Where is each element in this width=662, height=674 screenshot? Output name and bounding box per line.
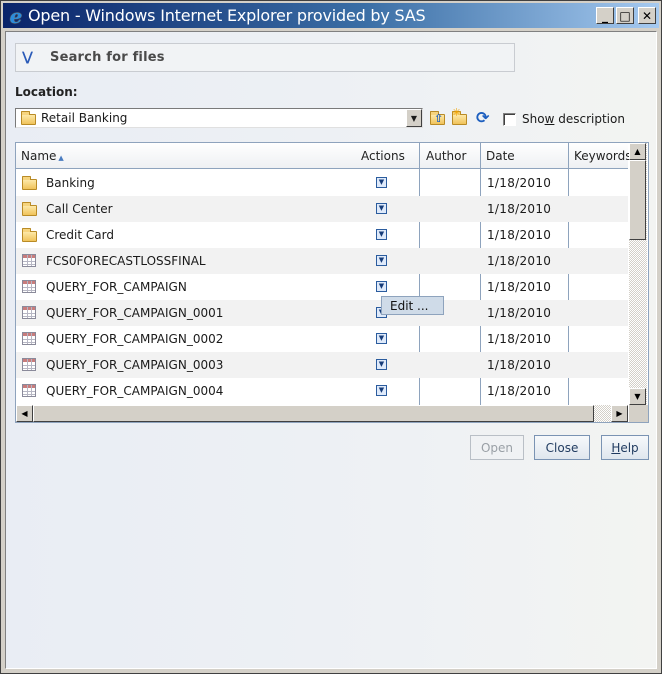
scrollbar-corner: [629, 405, 648, 422]
table-row[interactable]: QUERY_FOR_CAMPAIGN_0002 ▼ 1/18/2010: [16, 326, 628, 352]
row-date: 1/18/2010: [487, 202, 552, 216]
table-icon: [22, 280, 36, 296]
table-icon: [22, 358, 36, 374]
close-button[interactable]: Close: [534, 435, 590, 460]
folder-icon: [22, 228, 37, 245]
folder-icon: [21, 111, 36, 125]
window-title: Open - Windows Internet Explorer provide…: [28, 6, 426, 25]
label-part: Sho: [522, 112, 545, 126]
column-header-name[interactable]: Name ▲: [21, 143, 64, 169]
chevron-down-icon[interactable]: ▼: [406, 109, 422, 127]
help-label: elp: [620, 440, 639, 455]
location-value: Retail Banking: [41, 111, 128, 125]
actions-menu-icon[interactable]: ▼: [376, 333, 387, 344]
column-header-date[interactable]: Date: [486, 143, 515, 169]
location-toolbar: ⇧ ✳ ⟳: [430, 106, 489, 126]
actions-menu-icon[interactable]: ▼: [376, 203, 387, 214]
column-header-author[interactable]: Author: [426, 143, 466, 169]
show-description-label: Show description: [522, 112, 625, 126]
row-date: 1/18/2010: [487, 254, 552, 268]
internet-explorer-icon: e: [9, 3, 23, 28]
minimize-button[interactable]: _: [596, 7, 614, 24]
table-row[interactable]: QUERY_FOR_CAMPAIGN_0004 ▼ 1/18/2010: [16, 378, 628, 404]
new-folder-icon[interactable]: ✳: [452, 106, 470, 126]
row-name: QUERY_FOR_CAMPAIGN_0003: [46, 358, 224, 372]
folder-icon: [22, 176, 37, 193]
row-date: 1/18/2010: [487, 306, 552, 320]
show-description-option[interactable]: Show description: [503, 112, 625, 126]
location-dropdown[interactable]: Retail Banking ▼: [15, 108, 423, 128]
refresh-icon[interactable]: ⟳: [476, 110, 489, 126]
show-description-checkbox[interactable]: [503, 112, 516, 126]
row-name: QUERY_FOR_CAMPAIGN_0004: [46, 384, 224, 398]
vertical-scroll-thumb[interactable]: [629, 160, 646, 240]
table-icon: [22, 306, 36, 322]
up-folder-icon[interactable]: ⇧: [430, 111, 446, 125]
label-accesskey: w: [544, 112, 555, 126]
table-row[interactable]: QUERY_FOR_CAMPAIGN ▼ 1/18/2010: [16, 274, 628, 300]
dialog-window: e Open - Windows Internet Explorer provi…: [0, 0, 662, 674]
column-label: Name: [21, 149, 57, 163]
table-icon: [22, 254, 36, 270]
table-row[interactable]: Credit Card ▼ 1/18/2010: [16, 222, 628, 248]
table-row[interactable]: QUERY_FOR_CAMPAIGN_0003 ▼ 1/18/2010: [16, 352, 628, 378]
row-name: Call Center: [46, 202, 113, 216]
table-icon: [22, 384, 36, 400]
column-header-actions[interactable]: Actions: [361, 143, 405, 169]
row-date: 1/18/2010: [487, 228, 552, 242]
row-name: FCS0FORECASTLOSSFINAL: [46, 254, 206, 268]
table-row[interactable]: FCS0FORECASTLOSSFINAL ▼ 1/18/2010: [16, 248, 628, 274]
row-name: QUERY_FOR_CAMPAIGN: [46, 280, 187, 294]
row-name: QUERY_FOR_CAMPAIGN_0001: [46, 306, 224, 320]
horizontal-scrollbar[interactable]: ◀ ▶: [16, 405, 628, 422]
row-date: 1/18/2010: [487, 280, 552, 294]
dialog-content: ⋁ Search for files Location: Retail Bank…: [5, 31, 657, 669]
actions-menu-icon[interactable]: ▼: [376, 385, 387, 396]
scroll-down-button[interactable]: ▼: [629, 388, 646, 405]
help-accesskey: H: [611, 440, 621, 455]
actions-menu-icon[interactable]: ▼: [376, 255, 387, 266]
vertical-scrollbar[interactable]: ▲ ▼: [629, 143, 647, 405]
context-menu-edit[interactable]: Edit ...: [381, 296, 444, 315]
grid-header: Name ▲ Actions Author Date Keywords: [16, 143, 632, 169]
row-date: 1/18/2010: [487, 384, 552, 398]
maximize-button[interactable]: □: [616, 7, 634, 24]
table-icon: [22, 332, 36, 348]
search-for-files-label: Search for files: [50, 50, 165, 65]
folder-icon: [22, 202, 37, 219]
actions-menu-icon[interactable]: ▼: [376, 359, 387, 370]
label-part: description: [554, 112, 625, 126]
double-chevron-down-icon: ⋁: [22, 50, 33, 65]
search-for-files-toggle[interactable]: ⋁ Search for files: [15, 43, 515, 72]
row-name: Banking: [46, 176, 95, 190]
table-row[interactable]: QUERY_FOR_CAMPAIGN_0001▼1/18/2010: [16, 300, 628, 326]
row-name: Credit Card: [46, 228, 114, 242]
row-name: QUERY_FOR_CAMPAIGN_0002: [46, 332, 224, 346]
help-button[interactable]: Help: [601, 435, 649, 460]
actions-menu-icon[interactable]: ▼: [376, 177, 387, 188]
column-header-keywords[interactable]: Keywords: [574, 143, 632, 169]
actions-menu-icon[interactable]: ▼: [376, 281, 387, 292]
sort-ascending-icon: ▲: [58, 153, 64, 162]
table-row[interactable]: Banking ▼ 1/18/2010: [16, 170, 628, 196]
location-label: Location:: [15, 85, 78, 99]
file-list-grid: Name ▲ Actions Author Date Keywords Banki…: [15, 142, 649, 423]
scroll-up-button[interactable]: ▲: [629, 143, 646, 160]
grid-rows: Banking ▼ 1/18/2010 Call Center ▼ 1/18/2010 Cr…: [16, 170, 628, 404]
row-date: 1/18/2010: [487, 358, 552, 372]
row-date: 1/18/2010: [487, 332, 552, 346]
scroll-right-button[interactable]: ▶: [611, 405, 628, 422]
title-bar[interactable]: e Open - Windows Internet Explorer provi…: [3, 3, 659, 28]
open-button[interactable]: Open: [470, 435, 524, 460]
close-window-button[interactable]: ✕: [638, 7, 656, 24]
table-row[interactable]: Call Center ▼ 1/18/2010: [16, 196, 628, 222]
row-date: 1/18/2010: [487, 176, 552, 190]
window-controls: _ □ ✕: [596, 7, 656, 24]
scroll-left-button[interactable]: ◀: [16, 405, 33, 422]
actions-menu-icon[interactable]: ▼: [376, 229, 387, 240]
horizontal-scroll-thumb[interactable]: [33, 405, 594, 422]
